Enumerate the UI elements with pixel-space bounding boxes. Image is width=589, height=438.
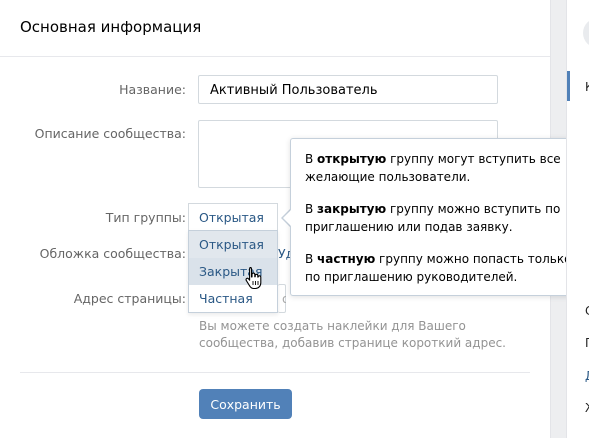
sidebar-item-2[interactable]: С xyxy=(585,304,589,318)
address-input-value[interactable]: om/club199887429 xyxy=(282,291,286,306)
divider xyxy=(20,372,530,373)
save-button[interactable]: Сохранить xyxy=(199,389,292,419)
tooltip-arrow-inner xyxy=(283,210,291,226)
sidebar-item-5[interactable]: Ж xyxy=(585,401,589,415)
address-hint: Вы можете создать наклейки для Вашего со… xyxy=(199,319,506,350)
description-label: Описание сообщества: xyxy=(34,126,186,141)
hand-cursor-icon xyxy=(245,266,262,290)
cover-label: Обложка сообщества: xyxy=(39,246,186,261)
tooltip-private-text: В частную группу можно попасть только по… xyxy=(305,252,572,284)
name-input-value: Активный Пользователь xyxy=(210,83,378,98)
dropdown-option-label: Частная xyxy=(199,291,253,306)
address-label: Адрес страницы: xyxy=(73,291,186,306)
group-type-dropdown: Открытая Закрытая Частная xyxy=(188,230,278,313)
dropdown-option-open[interactable]: Открытая xyxy=(189,231,277,258)
group-type-tooltip: В открытую группу могут вступить все жел… xyxy=(290,138,589,296)
sidebar-item-4[interactable]: Д xyxy=(585,369,589,383)
name-input[interactable]: Активный Пользователь xyxy=(198,75,498,104)
group-type-label: Тип группы: xyxy=(105,210,186,225)
group-type-select-value: Открытая xyxy=(199,210,264,225)
dropdown-option-label: Открытая xyxy=(199,237,264,252)
tooltip-open-text: В открытую группу могут вступить все жел… xyxy=(305,152,561,184)
panel-header: Основная информация xyxy=(0,0,550,57)
group-type-select[interactable]: Открытая xyxy=(188,203,278,231)
tooltip-closed-text: В закрытую группу можно вступить по приг… xyxy=(305,202,561,234)
sidebar-active-indicator xyxy=(567,71,570,101)
panel-title: Основная информация xyxy=(20,18,202,36)
name-label: Название: xyxy=(119,82,186,97)
sidebar-item-1[interactable]: К xyxy=(585,80,589,94)
sidebar-item-3[interactable]: П xyxy=(585,336,589,350)
